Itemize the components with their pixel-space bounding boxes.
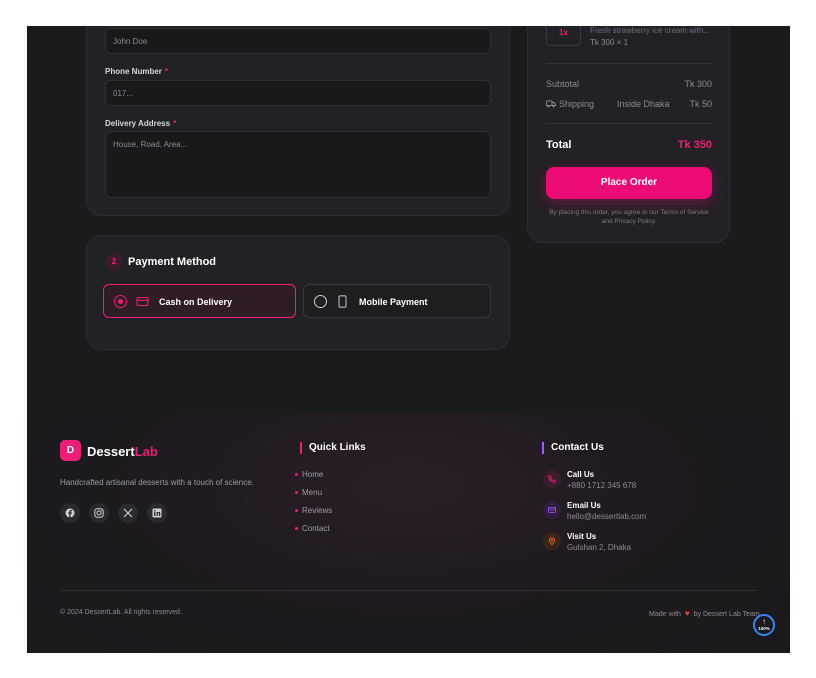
x-link[interactable] (118, 503, 138, 523)
contact-phone[interactable]: +880 1712 345 678 (567, 481, 636, 490)
name-value: John Doe (113, 37, 148, 46)
subtotal-label: Subtotal (546, 79, 580, 89)
scroll-progress: 100% (758, 626, 770, 631)
divider (546, 63, 712, 64)
email-icon-badge (543, 501, 561, 519)
payment-title: Payment Method (128, 256, 217, 268)
address-field[interactable]: House, Road, Area... (105, 131, 491, 198)
phone-field[interactable]: 017... (105, 80, 491, 106)
facebook-link[interactable] (60, 503, 80, 523)
quick-links-title: Quick Links (300, 442, 366, 454)
truck-icon (546, 100, 556, 108)
facebook-icon (65, 508, 75, 518)
footer-link-home[interactable]: Home (294, 470, 323, 479)
shipping-value: Tk 50 (689, 99, 712, 109)
copyright-text: © 2024 DessertLab. All rights reserved. (60, 609, 182, 616)
phone-placeholder: 017... (113, 89, 134, 98)
footer-link-contact[interactable]: Contact (295, 524, 330, 533)
payment-option-cash[interactable]: Cash on Delivery (103, 284, 296, 318)
item-quantity-badge: 1x (546, 26, 581, 46)
payment-option-label: Mobile Payment (359, 297, 428, 307)
contact-address: Gulshan 2, Dhaka (567, 543, 632, 552)
contact-title: Contact Us (542, 442, 604, 454)
terms-notice: By placing this order, you agree to our … (549, 209, 709, 225)
phone-icon (548, 475, 556, 483)
radio-unselected[interactable] (314, 295, 327, 308)
shipping-label: Shipping (559, 99, 595, 109)
shipping-zone: Inside Dhaka (617, 99, 670, 109)
divider (546, 123, 712, 124)
total-label: Total (546, 139, 572, 151)
footer-divider (60, 590, 757, 591)
step-badge: 2 (105, 253, 123, 271)
item-price: Tk 300 × 1 (590, 38, 629, 47)
linkedin-icon (152, 508, 162, 518)
phone-icon (338, 295, 347, 308)
checkout-page: John Doe Phone Number * 017... Delivery A… (27, 26, 790, 653)
footer-link-menu[interactable]: Menu (294, 488, 322, 497)
arrow-up-icon: ↑ (762, 617, 766, 626)
made-with-text: Made with ♥ by Dessert Lab Team (649, 609, 760, 618)
footer-link-reviews[interactable]: Reviews (294, 506, 332, 515)
item-description: Fresh strawberry ice cream with... (590, 26, 711, 35)
address-label: Delivery Address * (105, 119, 177, 128)
subtotal-value: Tk 300 (684, 79, 712, 89)
contact-email[interactable]: hello@dessertlab.com (567, 512, 646, 521)
logo-mark[interactable]: D (60, 440, 81, 461)
map-pin-icon (548, 537, 556, 545)
place-order-button[interactable]: Place Order (546, 167, 712, 199)
brand-name[interactable]: DessertLab (87, 444, 158, 459)
scroll-to-top-button[interactable]: ↑ 100% (753, 614, 775, 636)
required-marker: * (173, 119, 177, 128)
brand-tagline: Handcrafted artisanal desserts with a to… (60, 478, 254, 487)
phone-label: Phone Number * (105, 67, 169, 76)
address-placeholder: House, Road, Area... (113, 140, 188, 149)
contact-label: Visit Us (567, 532, 597, 541)
linkedin-link[interactable] (147, 503, 167, 523)
instagram-icon (94, 508, 104, 518)
instagram-link[interactable] (89, 503, 109, 523)
heart-icon: ♥ (684, 609, 690, 618)
payment-option-mobile[interactable]: Mobile Payment (303, 284, 491, 318)
mail-icon (548, 507, 556, 513)
radio-selected[interactable] (114, 295, 127, 308)
name-field[interactable]: John Doe (105, 28, 491, 54)
required-marker: * (164, 67, 169, 76)
contact-label: Call Us (567, 470, 595, 479)
contact-label: Email Us (567, 501, 601, 510)
location-icon-badge (543, 532, 561, 550)
total-value: Tk 350 (677, 139, 712, 151)
card-icon (136, 296, 149, 307)
call-icon-badge (543, 470, 561, 488)
payment-option-label: Cash on Delivery (159, 297, 233, 307)
x-icon (123, 508, 133, 518)
